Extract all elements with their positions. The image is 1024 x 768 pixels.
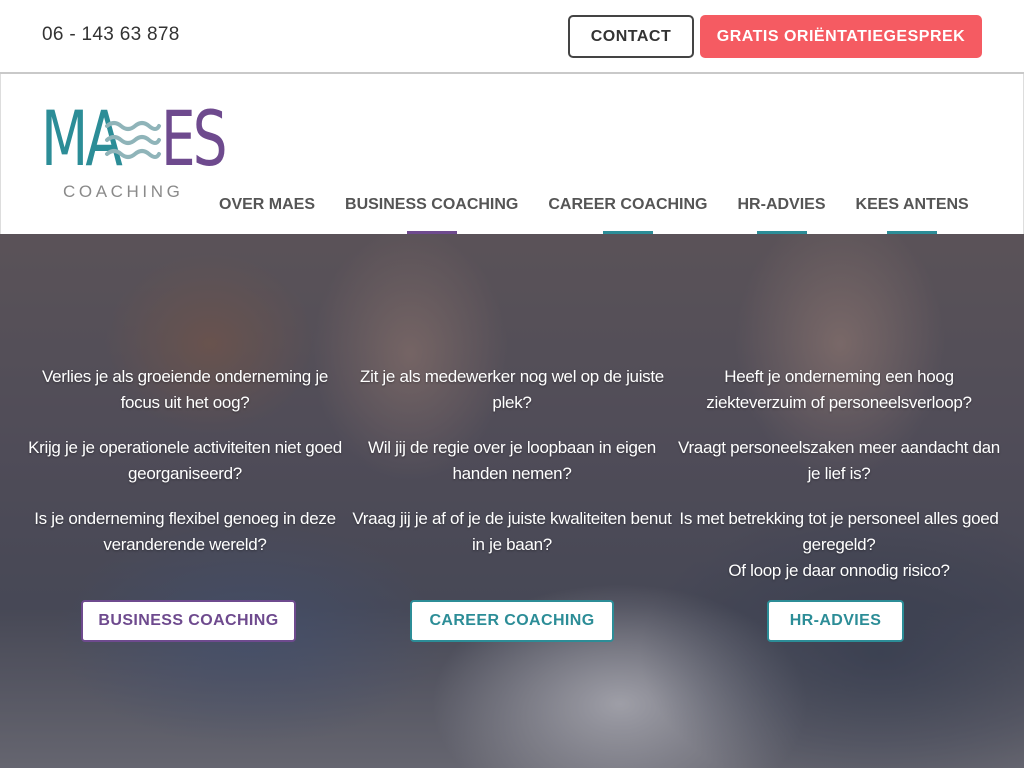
phone-number[interactable]: 06 - 143 63 878: [42, 24, 180, 46]
career-coaching-column: Zit je als medewerker nog wel op de juis…: [351, 364, 673, 603]
nav-item-label: BUSINESS COACHING: [345, 196, 519, 213]
nav-item-label: HR-ADVIES: [737, 196, 826, 213]
maes-coaching-logo[interactable]: MA ES COACHING: [41, 94, 227, 206]
hr-advies-column: Heeft je onderneming een hoog ziekteverz…: [678, 364, 1000, 603]
waves-icon: [105, 121, 161, 159]
hero-question: Is met betrekking tot je personeel alles…: [679, 509, 999, 554]
nav-item-kees-antens[interactable]: KEES ANTENS: [841, 196, 984, 234]
business-coaching-button[interactable]: BUSINESS COACHING: [81, 600, 296, 642]
hero-question: Is je onderneming flexibel genoeg in dez…: [34, 509, 336, 554]
hero-question: Heeft je onderneming een hoog ziekteverz…: [706, 367, 972, 412]
hero-question: Verlies je als groeiende onderneming je …: [42, 367, 328, 412]
logo-letters-ma: MA: [41, 94, 123, 183]
nav-item-business-coaching[interactable]: BUSINESS COACHING: [330, 196, 533, 234]
contact-button[interactable]: CONTACT: [568, 15, 694, 58]
hero-question: Vraagt personeelszaken meer aandacht dan…: [678, 438, 1000, 483]
nav-item-hr-advies[interactable]: HR-ADVIES: [723, 196, 841, 234]
hero-question: Of loop je daar onnodig risico?: [728, 561, 950, 580]
main-nav: OVER MAES BUSINESS COACHING CAREER COACH…: [219, 196, 984, 234]
hero-columns: Verlies je als groeiende onderneming je …: [0, 364, 1024, 603]
career-coaching-button[interactable]: CAREER COACHING: [410, 600, 614, 642]
nav-item-label: CAREER COACHING: [548, 196, 708, 213]
hero-question: Wil jij de regie over je loopbaan in eig…: [368, 438, 656, 483]
nav-item-career-coaching[interactable]: CAREER COACHING: [533, 196, 722, 234]
nav-item-label: KEES ANTENS: [855, 196, 969, 213]
site-header: MA ES COACHING OVER MAES BUSINESS COACHI…: [0, 74, 1024, 234]
business-coaching-column: Verlies je als groeiende onderneming je …: [24, 364, 346, 603]
free-consultation-button[interactable]: GRATIS ORIËNTATIEGESPREK: [700, 15, 982, 58]
hero-question: Zit je als medewerker nog wel op de juis…: [360, 367, 664, 412]
logo-subtitle: COACHING: [63, 182, 184, 201]
hr-advies-button[interactable]: HR-ADVIES: [767, 600, 904, 642]
hero-question: Vraag jij je af of je de juiste kwalitei…: [352, 509, 672, 554]
nav-item-over-maes[interactable]: OVER MAES: [219, 196, 330, 234]
top-bar: 06 - 143 63 878 CONTACT GRATIS ORIËNTATI…: [0, 0, 1024, 74]
hero-question: Krijg je je operationele activiteiten ni…: [28, 438, 342, 483]
logo-wordmark: MA: [41, 94, 123, 183]
nav-item-label: OVER MAES: [219, 196, 316, 213]
hero-section: Verlies je als groeiende onderneming je …: [0, 234, 1024, 768]
logo-letters-es: ES: [161, 94, 227, 183]
